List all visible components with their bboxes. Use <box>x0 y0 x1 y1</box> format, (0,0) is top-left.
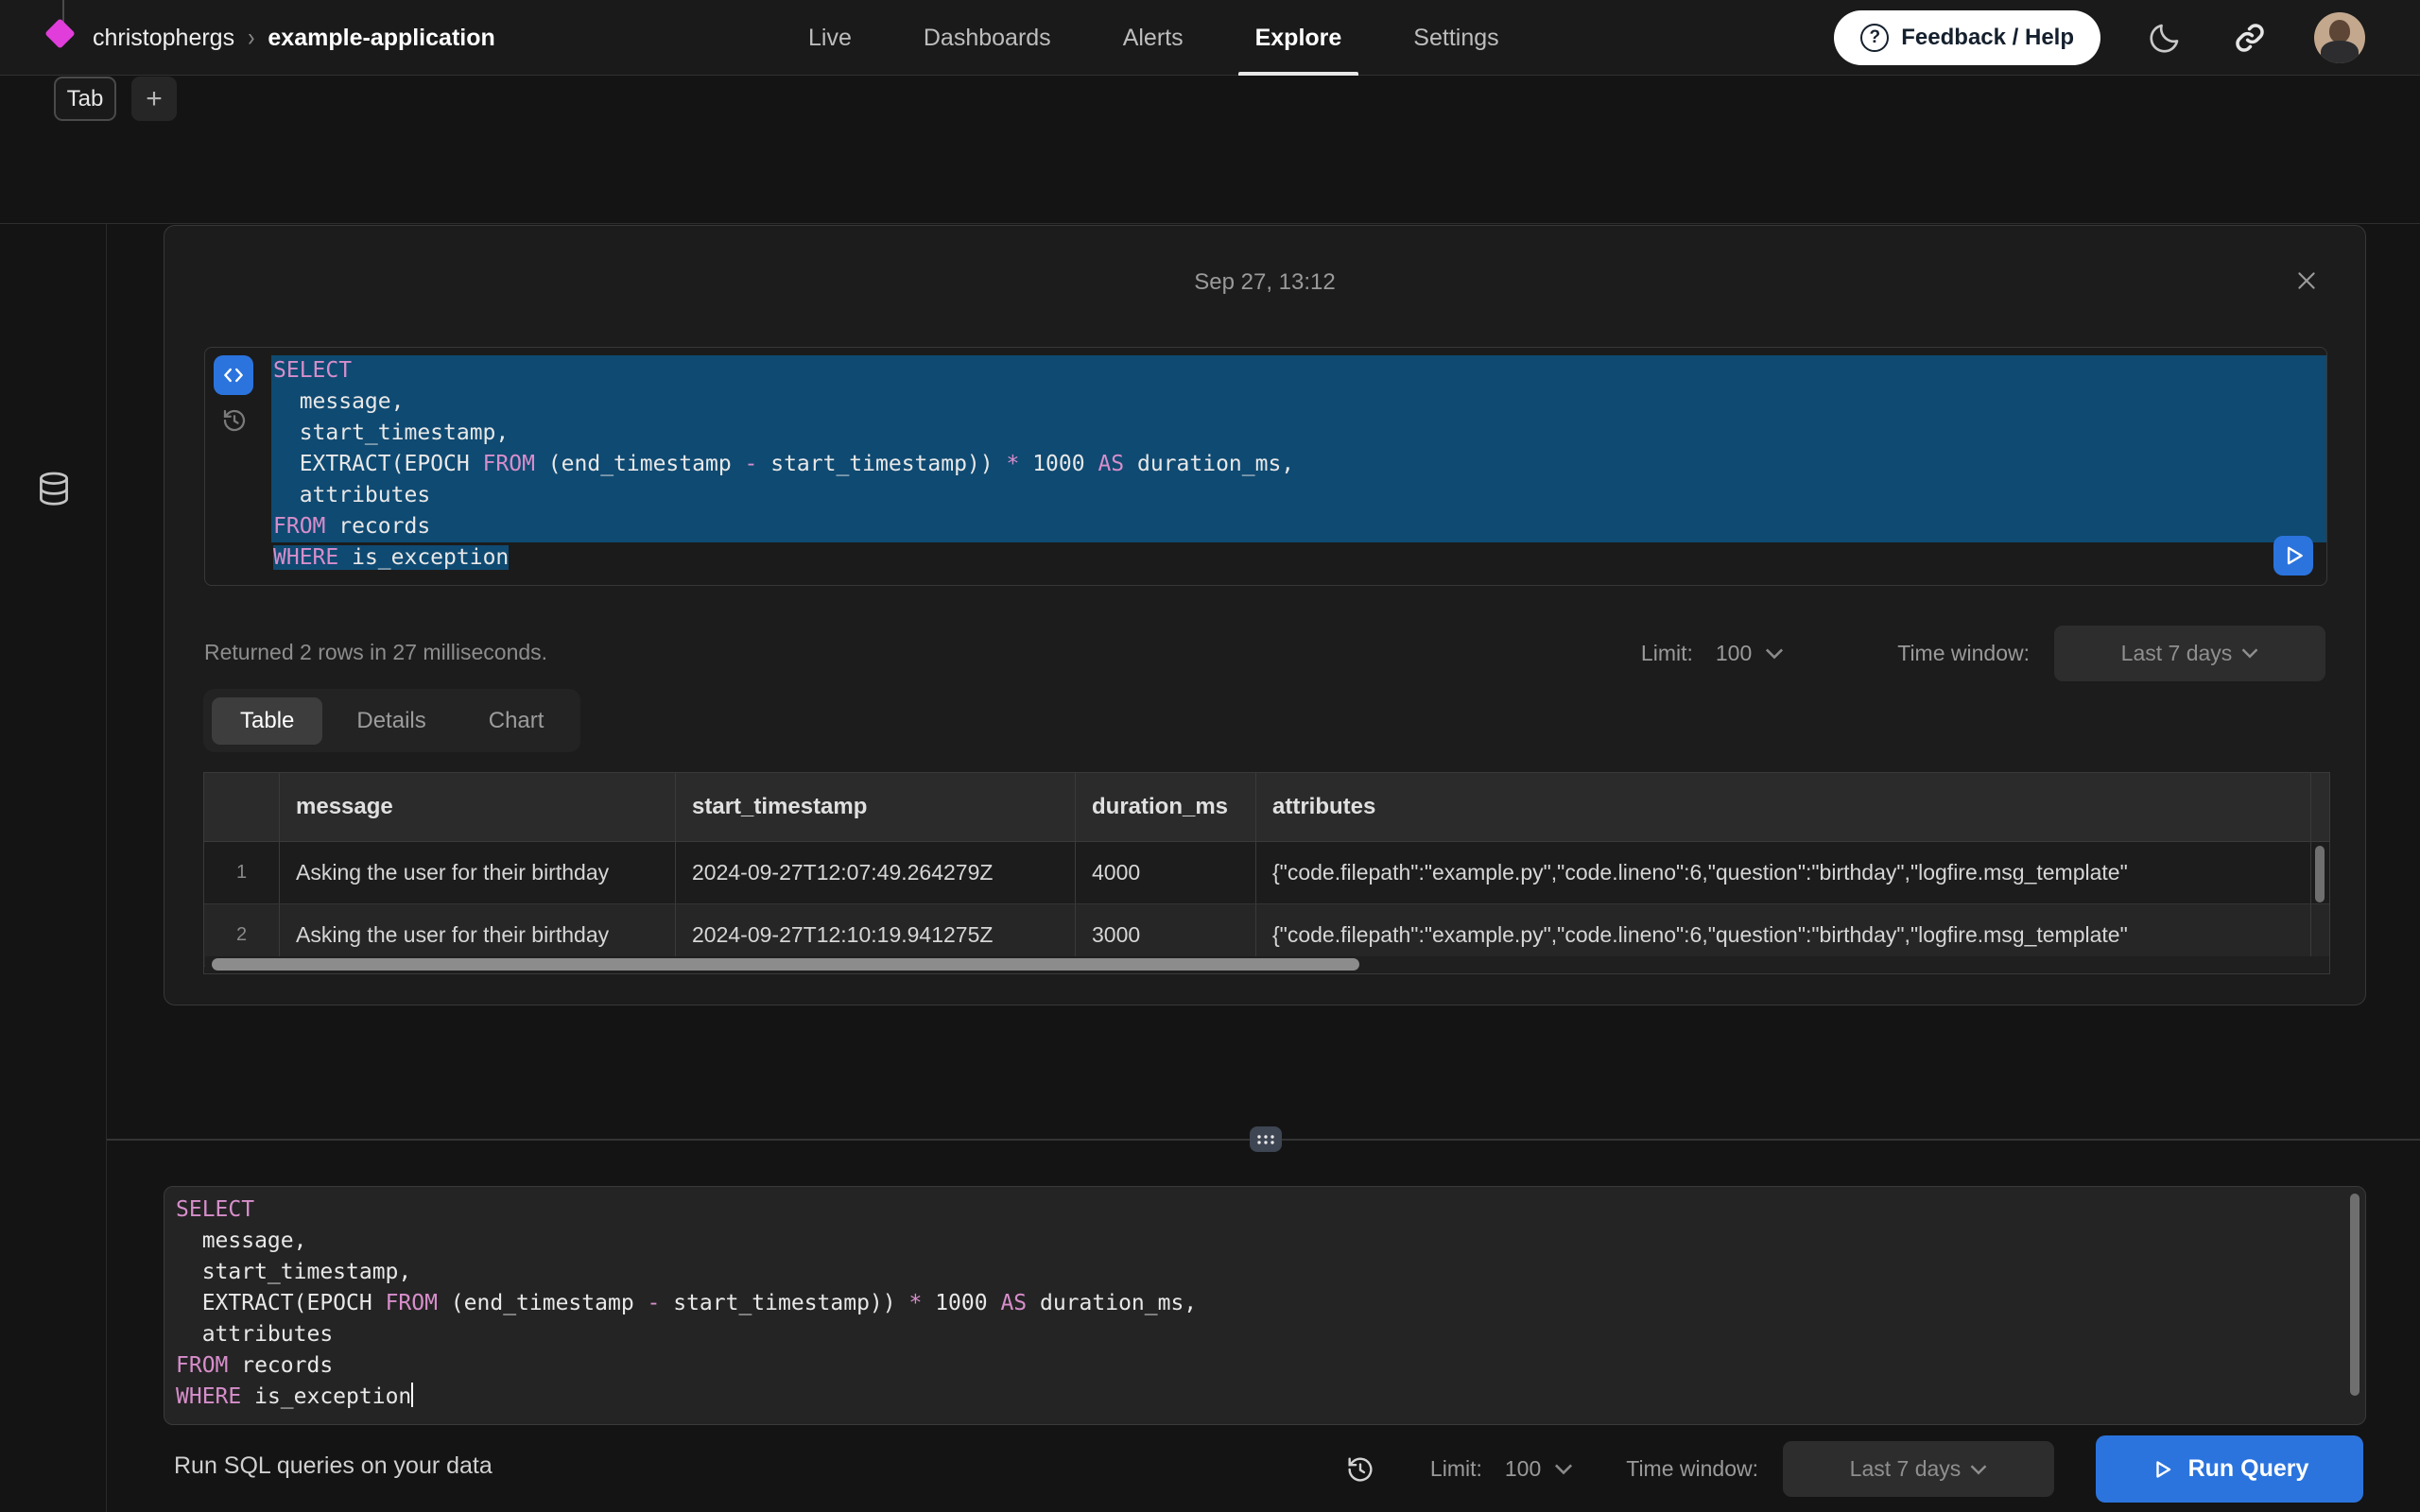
table-vertical-scrollbar-thumb[interactable] <box>2315 846 2325 902</box>
chevron-down-icon[interactable] <box>1765 647 1784 660</box>
link-icon <box>2232 20 2268 56</box>
column-header-duration_ms: duration_ms <box>1076 773 1256 842</box>
chevron-right-icon: › <box>248 23 254 52</box>
nav-links: Live Dashboards Alerts Explore Settings <box>808 0 1499 76</box>
top-nav: christophergs › example-application Live… <box>0 0 2420 76</box>
time-window-value: Last 7 days <box>1850 1456 1962 1482</box>
question-icon: ? <box>1860 24 1889 52</box>
view-tab-chart[interactable]: Chart <box>460 697 573 745</box>
limit-value[interactable]: 100 <box>1505 1456 1541 1482</box>
column-header-attributes: attributes <box>1256 773 2311 842</box>
user-avatar[interactable] <box>2314 12 2365 63</box>
cell-start-timestamp: 2024-09-27T12:07:49.264279Z <box>676 842 1076 904</box>
view-tabs: TableDetailsChart <box>203 689 580 752</box>
rownum: 1 <box>204 842 280 904</box>
result-controls: Limit: 100 Time window: Last 7 days <box>1641 625 2325 681</box>
nav-item-alerts[interactable]: Alerts <box>1123 0 1184 76</box>
column-header-start_timestamp: start_timestamp <box>676 773 1076 842</box>
nav-item-explore[interactable]: Explore <box>1255 0 1342 76</box>
view-tab-details[interactable]: Details <box>328 697 454 745</box>
grip-dots-icon <box>1255 1132 1276 1147</box>
database-icon <box>33 469 75 510</box>
query-history-button[interactable] <box>1340 1449 1381 1490</box>
feedback-help-button[interactable]: ? Feedback / Help <box>1834 10 2100 65</box>
nav-item-dashboards[interactable]: Dashboards <box>924 0 1051 76</box>
limit-value[interactable]: 100 <box>1716 641 1752 666</box>
results-table: messagestart_timestampduration_msattribu… <box>203 772 2330 974</box>
cell-duration-ms: 4000 <box>1076 842 1256 904</box>
query-history-button[interactable] <box>220 406 249 435</box>
code-button[interactable] <box>214 355 253 395</box>
run-query-button[interactable]: Run Query <box>2096 1435 2363 1503</box>
table-header-row: messagestart_timestampduration_msattribu… <box>204 773 2329 842</box>
feedback-help-label: Feedback / Help <box>1901 25 2074 51</box>
time-window-value: Last 7 days <box>2121 641 2233 666</box>
play-icon <box>2281 543 2306 568</box>
history-icon <box>1344 1453 1376 1486</box>
split-drag-handle[interactable] <box>1250 1126 1282 1152</box>
breadcrumb: christophergs › example-application <box>93 0 495 76</box>
dark-mode-toggle[interactable] <box>2144 17 2186 59</box>
column-header-empty <box>2311 773 2330 842</box>
executed-sql-block[interactable]: SELECT message, start_timestamp, EXTRACT… <box>204 347 2327 586</box>
sql-editor-text[interactable]: SELECT message, start_timestamp, EXTRACT… <box>164 1187 2365 1413</box>
horizontal-scrollbar <box>205 956 2330 972</box>
nav-right: ? Feedback / Help <box>1834 0 2365 76</box>
content-divider <box>0 223 2420 224</box>
sql-editor[interactable]: SELECT message, start_timestamp, EXTRACT… <box>164 1186 2366 1425</box>
breadcrumb-org[interactable]: christophergs <box>93 25 234 52</box>
query-result-card: Sep 27, 13:12 SELECT message, start_time… <box>164 225 2366 1005</box>
executed-sql-text[interactable]: SELECT message, start_timestamp, EXTRACT… <box>271 348 2326 585</box>
code-icon <box>221 363 246 387</box>
time-window-label: Time window: <box>1626 1456 1758 1482</box>
breadcrumb-project[interactable]: example-application <box>268 25 494 52</box>
tab-bar <box>0 77 2420 223</box>
nav-item-live[interactable]: Live <box>808 0 852 76</box>
time-window-select[interactable]: Last 7 days <box>2054 626 2325 681</box>
add-tab-button[interactable]: + <box>131 77 177 121</box>
limit-label: Limit: <box>1641 641 1693 666</box>
moon-icon <box>2147 20 2183 56</box>
editor-scrollbar-thumb[interactable] <box>2350 1194 2360 1396</box>
run-query-label: Run Query <box>2188 1455 2309 1483</box>
result-status: Returned 2 rows in 27 milliseconds. <box>204 640 547 665</box>
share-link-button[interactable] <box>2229 17 2271 59</box>
query-tab[interactable]: Tab <box>54 77 116 121</box>
cell-message: Asking the user for their birthday <box>280 842 676 904</box>
close-icon <box>2294 268 2319 293</box>
column-header-empty <box>204 773 280 842</box>
horizontal-scrollbar-thumb[interactable] <box>212 958 1359 971</box>
table-row[interactable]: 1Asking the user for their birthday2024-… <box>204 842 2329 904</box>
cell-attributes: {"code.filepath":"example.py","code.line… <box>1256 842 2311 904</box>
sql-gutter <box>205 348 271 585</box>
time-window-select[interactable]: Last 7 days <box>1783 1441 2054 1497</box>
chevron-down-icon <box>2241 647 2258 659</box>
footer-bar: Run SQL queries on your data Limit: 100 … <box>107 1426 2420 1512</box>
left-sidebar <box>0 224 107 1512</box>
close-button[interactable] <box>2290 264 2324 298</box>
query-timestamp: Sep 27, 13:12 <box>164 269 2365 296</box>
view-tab-table[interactable]: Table <box>212 697 322 745</box>
chevron-down-icon <box>1970 1464 1987 1475</box>
footer-controls: Limit: 100 Time window: Last 7 days Run … <box>1340 1426 2363 1512</box>
chevron-down-icon[interactable] <box>1554 1463 1573 1475</box>
limit-label: Limit: <box>1430 1456 1482 1482</box>
column-header-message: message <box>280 773 676 842</box>
rerun-query-button[interactable] <box>2273 536 2313 576</box>
schema-browser-button[interactable] <box>32 468 76 511</box>
logo-needle <box>62 0 64 23</box>
history-icon <box>220 406 249 435</box>
logfire-logo-icon[interactable] <box>44 18 76 49</box>
time-window-label: Time window: <box>1897 641 2030 666</box>
play-icon <box>2151 1458 2173 1481</box>
nav-item-settings[interactable]: Settings <box>1413 0 1498 76</box>
footer-hint: Run SQL queries on your data <box>174 1452 493 1480</box>
